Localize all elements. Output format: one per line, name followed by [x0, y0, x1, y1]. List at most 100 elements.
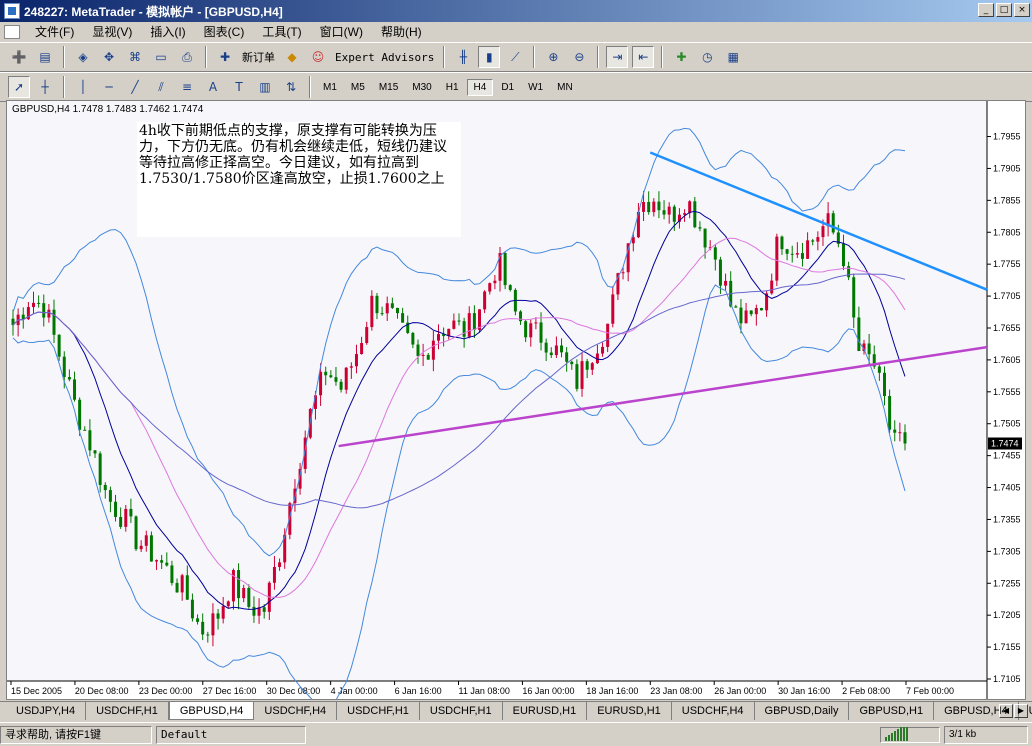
chart-tab[interactable]: USDCHF,H1	[337, 702, 420, 720]
timeframe-mn[interactable]: MN	[551, 80, 579, 95]
chart-shift-icon[interactable]: ⇤	[632, 46, 655, 68]
chart-window[interactable]: 1.7955 1.7905 1.7855 1.7805 1.7755 1.7705 1.76…	[6, 100, 1026, 700]
metaeditor-icon[interactable]: ◆	[281, 46, 303, 68]
y-tick-label: 1.7755	[993, 259, 1021, 269]
mdi-close-button[interactable]: ×	[1014, 3, 1030, 17]
x-tick-label: 18 Jan 16:00	[586, 686, 638, 696]
new-order-icon[interactable]: ✚	[214, 46, 236, 68]
candle-body	[693, 201, 697, 228]
periods-clock-icon[interactable]: ◷	[696, 46, 718, 68]
toolbar-separator	[533, 46, 536, 68]
channel-icon[interactable]: ⫽	[150, 76, 172, 98]
candle-body	[272, 566, 276, 583]
data-window-icon[interactable]: ✥	[98, 46, 120, 68]
crosshair-icon[interactable]: ┼	[34, 76, 56, 98]
candle-body	[155, 560, 159, 562]
market-watch-icon[interactable]: ◈	[72, 46, 94, 68]
candle-body	[436, 334, 440, 341]
candle-body	[683, 213, 687, 215]
navigator-icon[interactable]: ⌘	[124, 46, 146, 68]
candle-body	[73, 379, 77, 400]
menu-chart[interactable]: 图表(C)	[195, 23, 254, 41]
toolbar-separator	[63, 46, 65, 68]
candle-body	[877, 366, 881, 373]
menu-help[interactable]: 帮助(H)	[372, 23, 431, 41]
strategy-tester-icon[interactable]: ⎙	[176, 46, 198, 68]
candle-body	[703, 228, 707, 248]
candle-body	[57, 334, 61, 357]
timeframe-m15[interactable]: M15	[373, 80, 404, 95]
candle-body	[652, 201, 656, 213]
candle-body	[724, 280, 728, 286]
new-order-button[interactable]: 新订单	[238, 49, 279, 65]
timeframe-h1[interactable]: H1	[440, 80, 465, 95]
auto-scroll-icon[interactable]: ⇥	[606, 46, 629, 68]
templates-icon[interactable]: ▦	[722, 46, 744, 68]
menu-view[interactable]: 显视(V)	[83, 23, 141, 41]
chart-tab[interactable]: USDCHF,H4	[672, 702, 755, 720]
text-label-icon[interactable]: T	[228, 76, 250, 98]
line-chart-icon[interactable]: ⟋	[504, 46, 526, 68]
tab-scroll-left-icon[interactable]: ◀	[999, 704, 1013, 718]
gann-grid-icon[interactable]: ▥	[254, 76, 276, 98]
candle-body	[549, 352, 553, 356]
chart-tab[interactable]: GBPUSD,H4	[168, 702, 255, 720]
y-tick-label: 1.7305	[993, 546, 1021, 556]
text-icon[interactable]: A	[202, 76, 224, 98]
candle-body	[734, 306, 738, 308]
expert-advisors-icon[interactable]: ☺	[307, 46, 329, 68]
menu-tools[interactable]: 工具(T)	[253, 23, 310, 41]
zoom-out-icon[interactable]: ⊖	[568, 46, 590, 68]
candle-body	[211, 613, 215, 636]
chart-tab[interactable]: USDCHF,H1	[86, 702, 169, 720]
fibonacci-icon[interactable]: ≡	[176, 76, 198, 98]
arrows-icon[interactable]: ⇅	[280, 76, 302, 98]
indicators-icon[interactable]: ✚	[670, 46, 692, 68]
timeframe-h4[interactable]: H4	[466, 78, 494, 96]
candle-body	[744, 310, 748, 324]
expert-advisors-button[interactable]: Expert Advisors	[331, 51, 438, 64]
candle-body	[175, 582, 179, 593]
terminal-icon[interactable]: ▭	[150, 46, 172, 68]
cursor-icon[interactable]: ➚	[8, 76, 30, 98]
profiles-icon[interactable]: ▤	[34, 46, 56, 68]
y-tick-label: 1.7955	[993, 132, 1021, 142]
candle-body	[698, 227, 702, 229]
menu-window[interactable]: 窗口(W)	[311, 23, 372, 41]
candle-body	[601, 346, 605, 354]
timeframe-w1[interactable]: W1	[522, 80, 549, 95]
timeframe-m5[interactable]: M5	[345, 80, 371, 95]
x-tick-label: 15 Dec 2005	[11, 686, 62, 696]
x-tick-label: 27 Dec 16:00	[203, 686, 257, 696]
trendline-icon[interactable]: ╱	[124, 76, 146, 98]
mdi-restore-button[interactable]: □	[996, 3, 1012, 17]
chart-tab[interactable]: USDJPY,H4	[6, 702, 87, 720]
candle-body	[170, 565, 174, 583]
candle-body	[713, 247, 717, 260]
candle-body	[344, 367, 348, 390]
chart-tab[interactable]: EURUSD,H1	[503, 702, 588, 720]
candle-body	[667, 206, 671, 215]
chart-tab[interactable]: USDCHF,H4	[254, 702, 338, 720]
chart-tab[interactable]: USDCHF,H1	[420, 702, 503, 720]
chart-tab[interactable]: GBPUSD,H1	[849, 702, 935, 720]
candle-body	[37, 302, 41, 304]
timeframe-d1[interactable]: D1	[495, 80, 520, 95]
menu-file[interactable]: 文件(F)	[26, 23, 83, 41]
bar-chart-icon[interactable]: ╫	[452, 46, 474, 68]
candlestick-chart-icon[interactable]: ▮	[478, 46, 501, 68]
vertical-line-icon[interactable]: │	[72, 76, 94, 98]
zoom-in-icon[interactable]: ⊕	[542, 46, 564, 68]
chart-tab[interactable]: EURUSD,H1	[587, 702, 672, 720]
horizontal-line-icon[interactable]: ─	[98, 76, 120, 98]
chart-tab[interactable]: GBPUSD,Daily	[755, 702, 850, 720]
candle-body	[534, 322, 538, 324]
menu-insert[interactable]: 插入(I)	[141, 23, 194, 41]
candle-body	[319, 371, 323, 396]
timeframe-m1[interactable]: M1	[317, 80, 343, 95]
timeframe-m30[interactable]: M30	[406, 80, 437, 95]
tab-scroll-right-icon[interactable]: ▶	[1014, 704, 1028, 718]
chart-window-icon[interactable]	[4, 25, 20, 39]
mdi-minimize-button[interactable]: _	[978, 3, 994, 17]
new-chart-icon[interactable]: ➕	[8, 46, 30, 68]
